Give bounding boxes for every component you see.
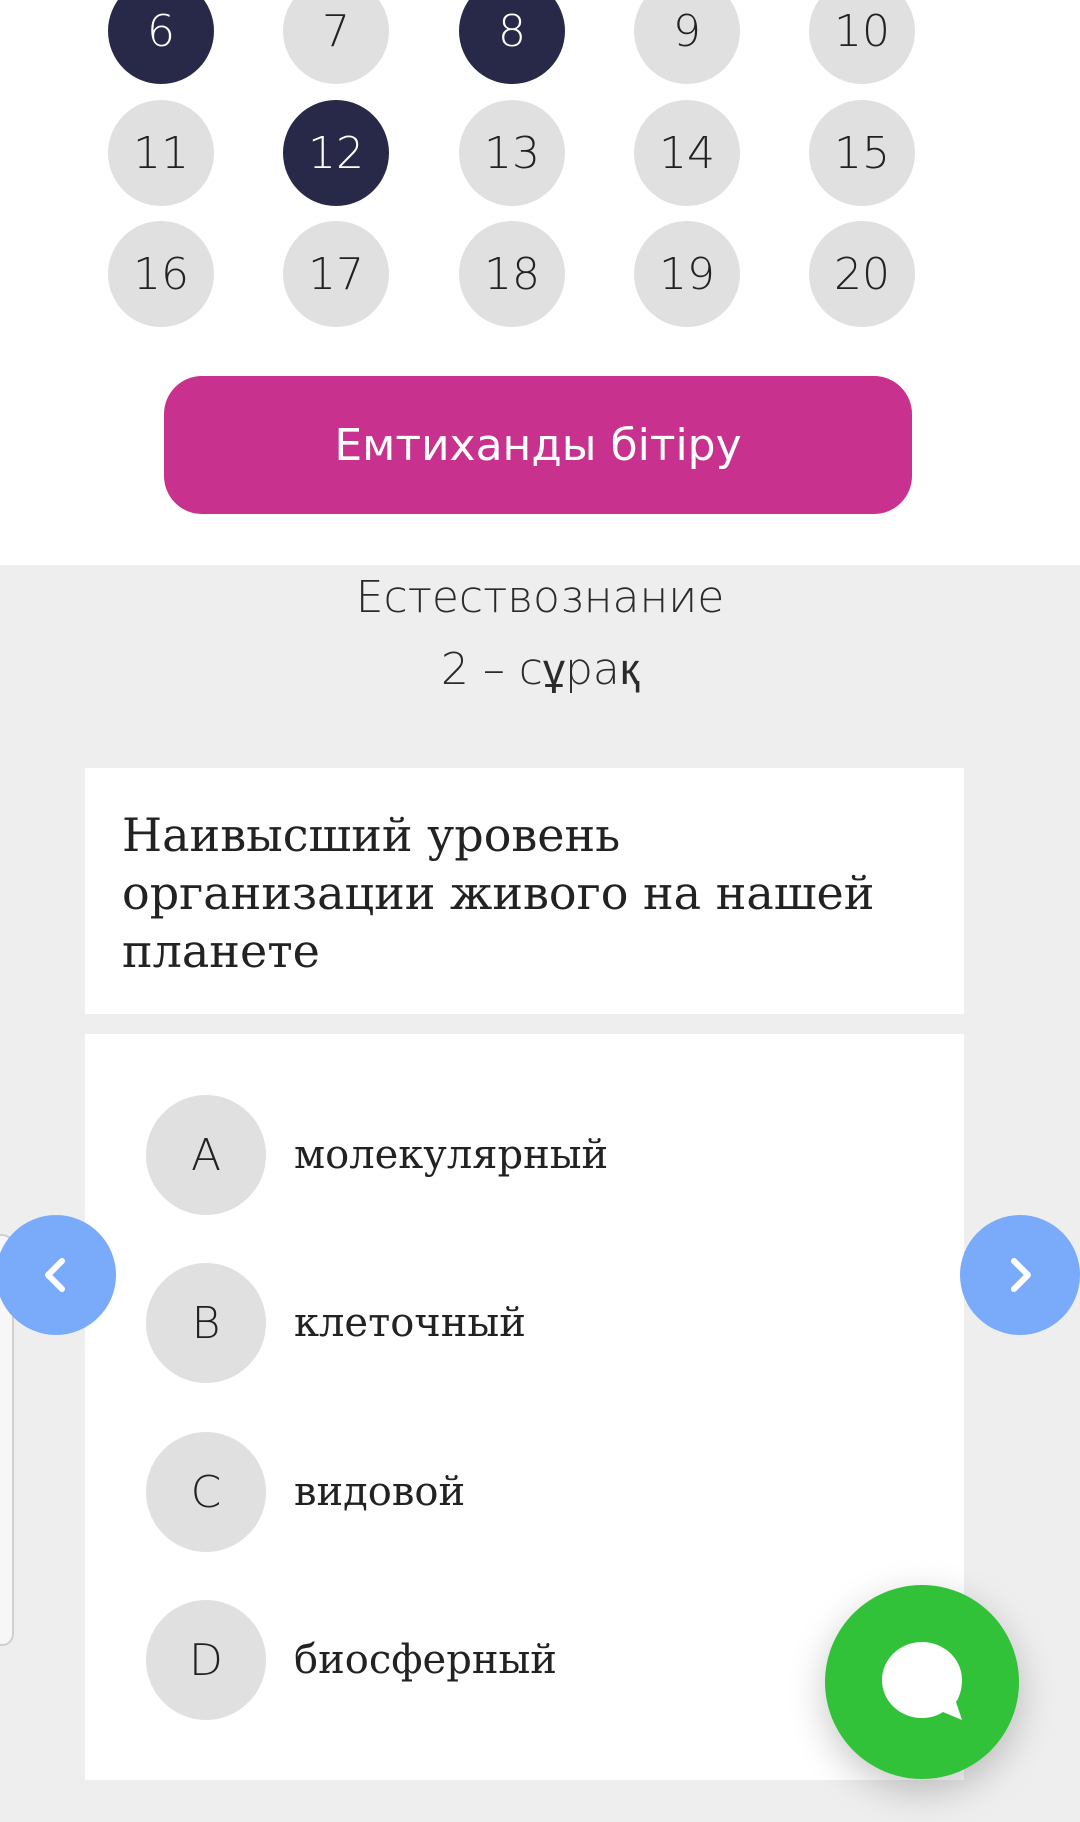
question-number-6[interactable]: 6 [108,0,214,84]
chat-bubble-icon [882,1642,962,1720]
option-text-d: биосферный [294,1637,557,1683]
answer-option-b[interactable]: B клеточный [146,1263,846,1383]
question-number-15[interactable]: 15 [809,100,915,206]
chat-button[interactable] [825,1585,1019,1779]
option-text-c: видовой [294,1469,466,1515]
answer-option-a[interactable]: A молекулярный [146,1095,846,1215]
answer-option-c[interactable]: C видовой [146,1432,846,1552]
question-number-20[interactable]: 20 [809,221,915,327]
chevron-right-icon [1011,1258,1031,1292]
previous-question-button[interactable] [0,1215,116,1335]
option-letter-d: D [146,1600,266,1720]
next-question-button[interactable] [960,1215,1080,1335]
question-number-18[interactable]: 18 [459,221,565,327]
question-number-17[interactable]: 17 [283,221,389,327]
option-text-a: молекулярный [294,1132,609,1178]
chevron-left-icon [45,1258,65,1292]
option-letter-c: C [146,1432,266,1552]
question-number-16[interactable]: 16 [108,221,214,327]
question-text: Наивысший уровень организации живого на … [122,808,875,978]
question-number-19[interactable]: 19 [634,221,740,327]
question-number-7[interactable]: 7 [283,0,389,84]
answer-option-d[interactable]: D биосферный [146,1600,846,1720]
question-number-13[interactable]: 13 [459,100,565,206]
question-number-8[interactable]: 8 [459,0,565,84]
question-card: Наивысший уровень организации живого на … [85,768,964,1014]
question-number-12[interactable]: 12 [283,100,389,206]
question-number-14[interactable]: 14 [634,100,740,206]
option-letter-b: B [146,1263,266,1383]
subject-title: Естествознание [355,572,725,623]
question-number-grid: 6 7 8 9 10 11 12 13 14 15 16 17 18 19 20… [0,0,1080,565]
question-number-9[interactable]: 9 [634,0,740,84]
question-number-10[interactable]: 10 [809,0,915,84]
question-number-11[interactable]: 11 [108,100,214,206]
question-number-label: 2 – сұрақ [440,644,640,695]
option-letter-a: A [146,1095,266,1215]
option-text-b: клеточный [294,1300,526,1346]
finish-exam-button[interactable]: Емтиханды бітіру [164,376,912,514]
